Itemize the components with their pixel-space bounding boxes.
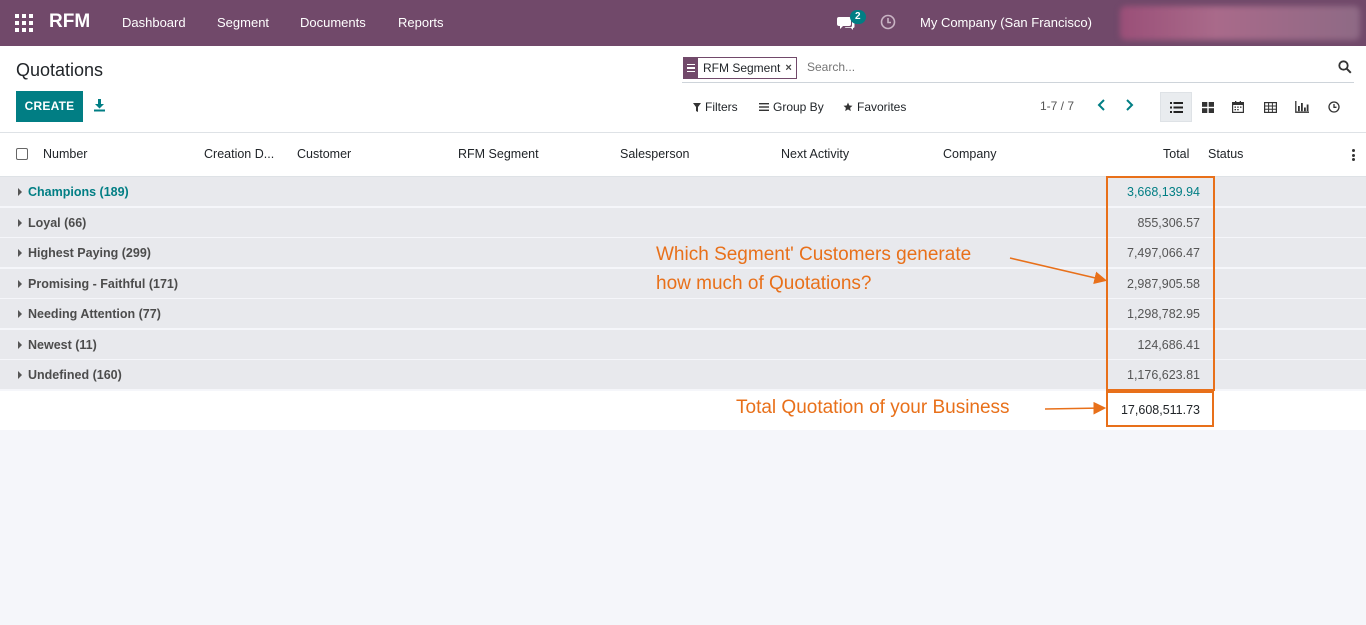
- group-label: Undefined (160): [28, 368, 122, 382]
- caret-right-icon: [18, 188, 22, 196]
- caret-right-icon: [18, 249, 22, 257]
- list-header: Number Creation D... Customer RFM Segmen…: [0, 133, 1366, 177]
- pager-value[interactable]: 1-7 / 7: [1040, 99, 1074, 113]
- list-icon: [1169, 101, 1183, 113]
- optional-columns-icon[interactable]: [1352, 149, 1356, 161]
- activity-view-button[interactable]: [1318, 92, 1350, 122]
- caret-right-icon: [18, 218, 22, 227]
- kanban-view-button[interactable]: [1192, 92, 1224, 122]
- group-label: Newest (11): [28, 337, 97, 352]
- page-title: Quotations: [16, 60, 104, 80]
- filters-label: Filters: [705, 100, 738, 114]
- group-label: Champions (189): [28, 185, 129, 199]
- caret-right-icon: [18, 340, 22, 349]
- caret-right-icon: [18, 371, 22, 379]
- search-input[interactable]: [807, 60, 1207, 74]
- filter-icon: [693, 102, 701, 112]
- menu-dashboard[interactable]: Dashboard: [122, 15, 186, 30]
- menu-reports[interactable]: Reports: [398, 15, 444, 30]
- column-company[interactable]: Company: [943, 147, 997, 161]
- pivot-icon: [1263, 101, 1277, 113]
- column-customer[interactable]: Customer: [297, 147, 351, 161]
- company-switcher[interactable]: My Company (San Francisco): [920, 15, 1092, 30]
- column-status[interactable]: Status: [1208, 147, 1243, 161]
- annotation-total-note: Total Quotation of your Business: [736, 397, 1010, 418]
- column-salesperson[interactable]: Salesperson: [620, 147, 690, 161]
- facet-remove-icon[interactable]: ×: [785, 62, 795, 74]
- group-label: Highest Paying (299): [28, 246, 151, 260]
- column-next-activity[interactable]: Next Activity: [781, 147, 849, 161]
- filters-button[interactable]: Filters: [693, 100, 738, 114]
- groupby-icon: [759, 103, 769, 111]
- star-icon: [843, 102, 853, 112]
- annotation-segment-line1: Which Segment' Customers generate: [656, 244, 972, 265]
- column-rfm-segment[interactable]: RFM Segment: [458, 147, 539, 161]
- graph-view-button[interactable]: [1286, 92, 1318, 122]
- user-menu-avatar[interactable]: [1120, 6, 1360, 40]
- caret-right-icon: [18, 279, 22, 288]
- column-total[interactable]: Total: [1163, 147, 1189, 161]
- groupby-label: Group By: [773, 100, 824, 114]
- menu-documents[interactable]: Documents: [300, 15, 366, 30]
- groupby-facet-icon: [684, 58, 698, 78]
- chat-count-badge: 2: [850, 10, 866, 24]
- pager-next-icon[interactable]: [1123, 98, 1135, 112]
- segment-totals-highlight-box: [1106, 176, 1215, 391]
- groupby-button[interactable]: Group By: [759, 100, 824, 114]
- pager-previous-icon[interactable]: [1096, 98, 1108, 112]
- favorites-label: Favorites: [857, 100, 907, 114]
- search-icon[interactable]: [1338, 60, 1352, 74]
- graph-icon: [1295, 101, 1309, 113]
- app-brand[interactable]: RFM: [49, 11, 90, 33]
- calendar-icon: [1232, 101, 1244, 113]
- group-label: Loyal (66): [28, 215, 87, 230]
- calendar-view-button[interactable]: [1222, 92, 1254, 122]
- group-label: Needing Attention (77): [28, 307, 161, 321]
- list-view-button[interactable]: [1160, 92, 1192, 122]
- select-all-checkbox[interactable]: [16, 148, 28, 160]
- favorites-button[interactable]: Favorites: [843, 100, 906, 114]
- facet-label: RFM Segment: [703, 61, 781, 75]
- grand-total-highlight-box: [1106, 391, 1214, 427]
- search-bar: RFM Segment ×: [682, 55, 1354, 83]
- apps-menu-icon[interactable]: [15, 14, 33, 32]
- top-navbar: RFM Dashboard Segment Documents Reports …: [0, 0, 1366, 46]
- pivot-view-button[interactable]: [1254, 92, 1286, 122]
- column-number[interactable]: Number: [43, 147, 87, 161]
- annotation-segment-line2: how much of Quotations?: [656, 273, 872, 294]
- group-label: Promising - Faithful (171): [28, 276, 179, 291]
- control-panel: Quotations CREATE RFM Segment × Filters …: [0, 46, 1366, 133]
- download-icon[interactable]: [93, 98, 106, 112]
- kanban-icon: [1202, 101, 1214, 113]
- search-facet: RFM Segment ×: [683, 57, 797, 79]
- activity-clock-icon[interactable]: [880, 14, 896, 30]
- activity-icon: [1328, 101, 1340, 113]
- menu-segment[interactable]: Segment: [217, 15, 269, 30]
- create-button[interactable]: CREATE: [16, 91, 83, 122]
- column-creation-date[interactable]: Creation D...: [204, 147, 274, 161]
- caret-right-icon: [18, 310, 22, 318]
